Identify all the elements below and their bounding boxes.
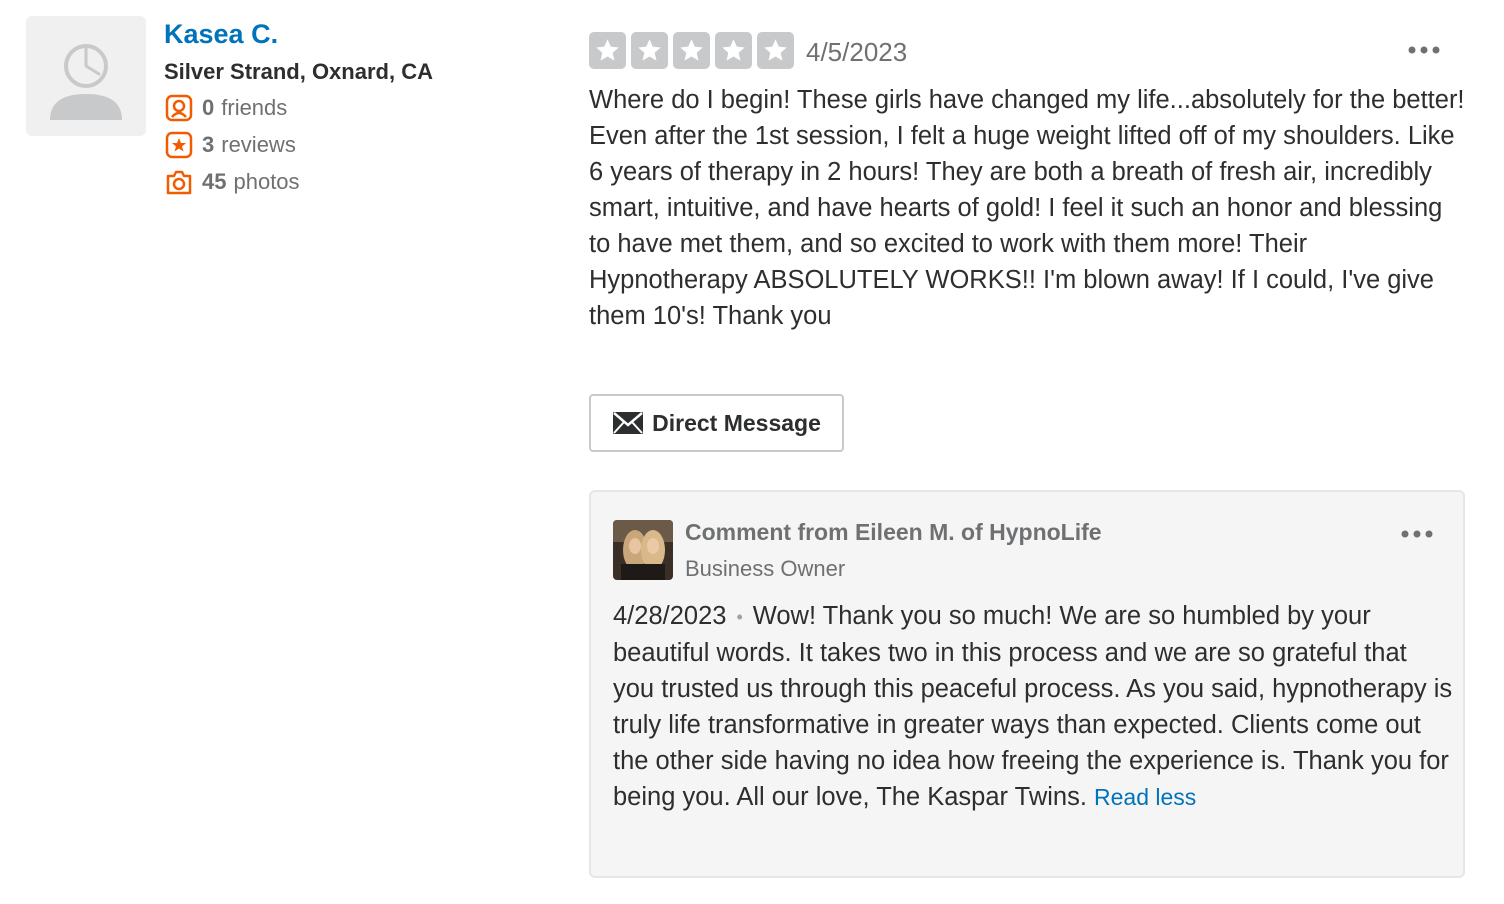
photos-stat: 45 photos — [164, 167, 300, 197]
photos-label: photos — [233, 169, 300, 194]
envelope-icon — [613, 412, 644, 434]
star-icon — [673, 32, 710, 69]
reviews-count: 3 — [202, 132, 215, 157]
user-name-link[interactable]: Kasea C. — [164, 18, 278, 50]
reviews-label: reviews — [221, 132, 296, 157]
comment-body: 4/28/2023 • Wow! Thank you so much! We are… — [613, 598, 1453, 815]
friends-label: friends — [221, 95, 288, 120]
comment-more-options-icon[interactable] — [1397, 524, 1437, 544]
friends-icon — [165, 94, 193, 122]
star-icon — [757, 32, 794, 69]
owner-comment: Comment from Eileen M. of HypnoLife Busi… — [589, 490, 1465, 878]
read-less-link[interactable]: Read less — [1094, 784, 1196, 810]
direct-message-label: Direct Message — [652, 409, 821, 436]
review-page: Kasea C. Silver Strand, Oxnard, CA 0 fri… — [0, 0, 1504, 904]
comment-role: Business Owner — [685, 556, 846, 581]
comment-title: Comment from Eileen M. of HypnoLife — [685, 519, 1102, 545]
star-rating — [589, 32, 794, 69]
reviews-stat: 3 reviews — [164, 130, 296, 160]
default-avatar-icon — [50, 44, 122, 120]
star-icon — [631, 32, 668, 69]
comment-date: 4/28/2023 — [613, 602, 727, 630]
user-avatar[interactable] — [26, 16, 146, 136]
user-location: Silver Strand, Oxnard, CA — [164, 59, 433, 84]
more-options-icon[interactable] — [1404, 40, 1444, 60]
review-text: Where do I begin! These girls have chang… — [589, 86, 1465, 330]
separator-dot: • — [736, 607, 743, 628]
owner-photo[interactable] — [613, 520, 673, 580]
friends-count: 0 — [202, 95, 215, 120]
owner-photo-image — [613, 520, 673, 580]
star-icon — [715, 32, 752, 69]
direct-message-button[interactable]: Direct Message — [589, 394, 844, 452]
review-date: 4/5/2023 — [806, 37, 908, 67]
star-icon — [589, 32, 626, 69]
comment-text: Wow! Thank you so much! We are so humble… — [613, 602, 1453, 812]
camera-icon — [166, 170, 192, 195]
photos-count: 45 — [202, 169, 227, 194]
friends-stat: 0 friends — [164, 93, 287, 123]
reviews-star-icon — [165, 131, 193, 159]
